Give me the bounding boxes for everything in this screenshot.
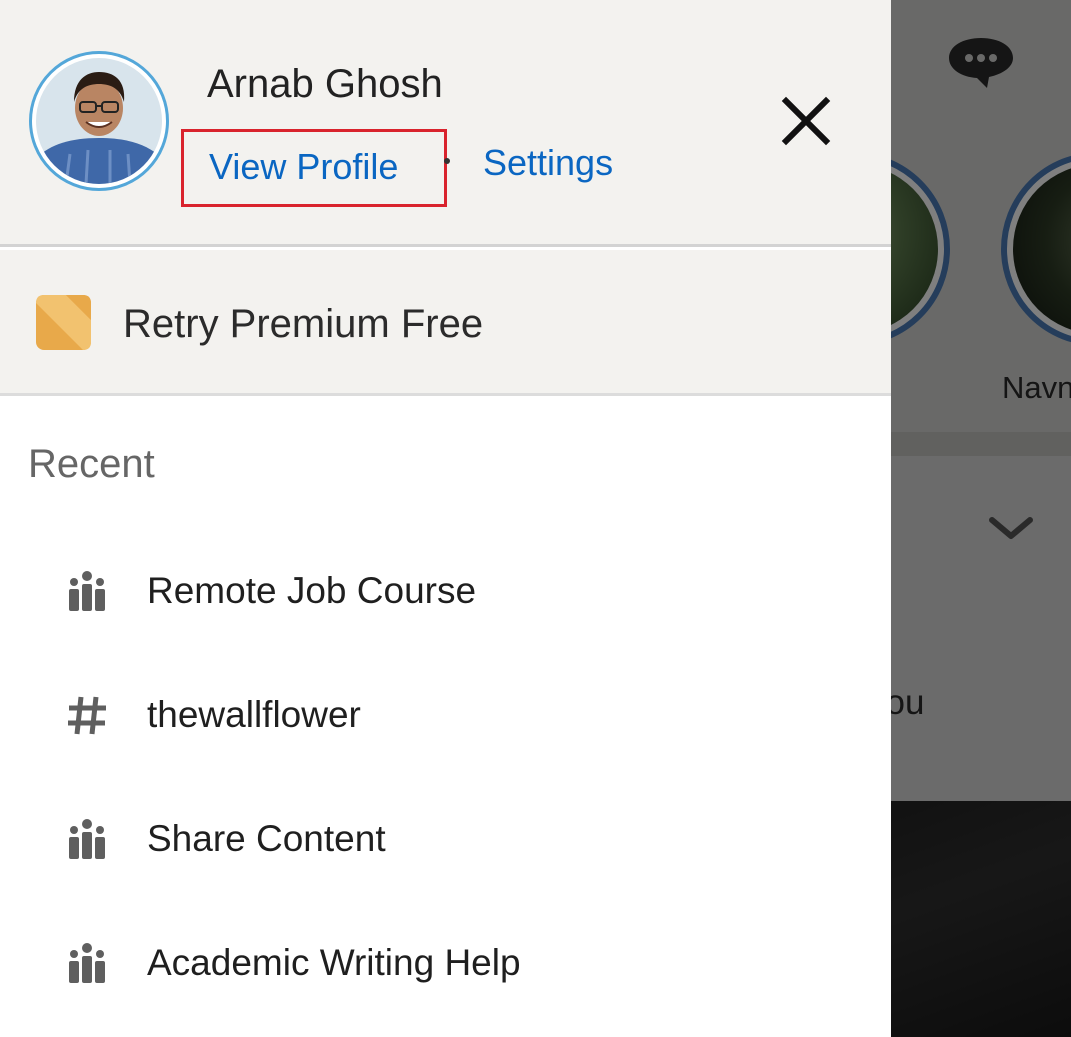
recent-item-label: thewallflower — [147, 694, 361, 735]
recent-item-share-content[interactable]: Share Content — [0, 784, 891, 894]
profile-photo — [36, 58, 162, 184]
recent-item-remote-job-course[interactable]: Remote Job Course — [0, 536, 891, 646]
navigation-drawer: Arnab Ghosh View Profile Settings Retry … — [0, 0, 891, 1037]
separator-dot — [444, 158, 450, 164]
recent-item-academic-writing-help[interactable]: Academic Writing Help — [0, 908, 891, 1018]
settings-link[interactable]: Settings — [483, 142, 613, 184]
drawer-header: Arnab Ghosh View Profile Settings — [0, 0, 891, 247]
retry-premium-item[interactable]: Retry Premium Free — [0, 250, 891, 396]
avatar[interactable] — [29, 51, 169, 191]
group-icon — [69, 571, 105, 611]
recent-heading: Recent — [28, 442, 155, 486]
user-name: Arnab Ghosh — [207, 62, 443, 106]
group-icon — [69, 819, 105, 859]
recent-item-label: Share Content — [147, 818, 386, 859]
premium-label: Retry Premium Free — [123, 302, 484, 346]
recent-item-label: Remote Job Course — [147, 570, 477, 611]
close-icon[interactable] — [772, 87, 840, 155]
recent-item-label: Academic Writing Help — [147, 942, 521, 983]
view-profile-label: View Profile — [209, 146, 399, 187]
recent-item-thewallflower[interactable]: thewallflower — [0, 660, 891, 770]
hashtag-icon — [68, 696, 106, 735]
view-profile-link[interactable]: View Profile — [181, 129, 447, 207]
premium-icon — [36, 295, 91, 350]
group-icon — [69, 943, 105, 983]
